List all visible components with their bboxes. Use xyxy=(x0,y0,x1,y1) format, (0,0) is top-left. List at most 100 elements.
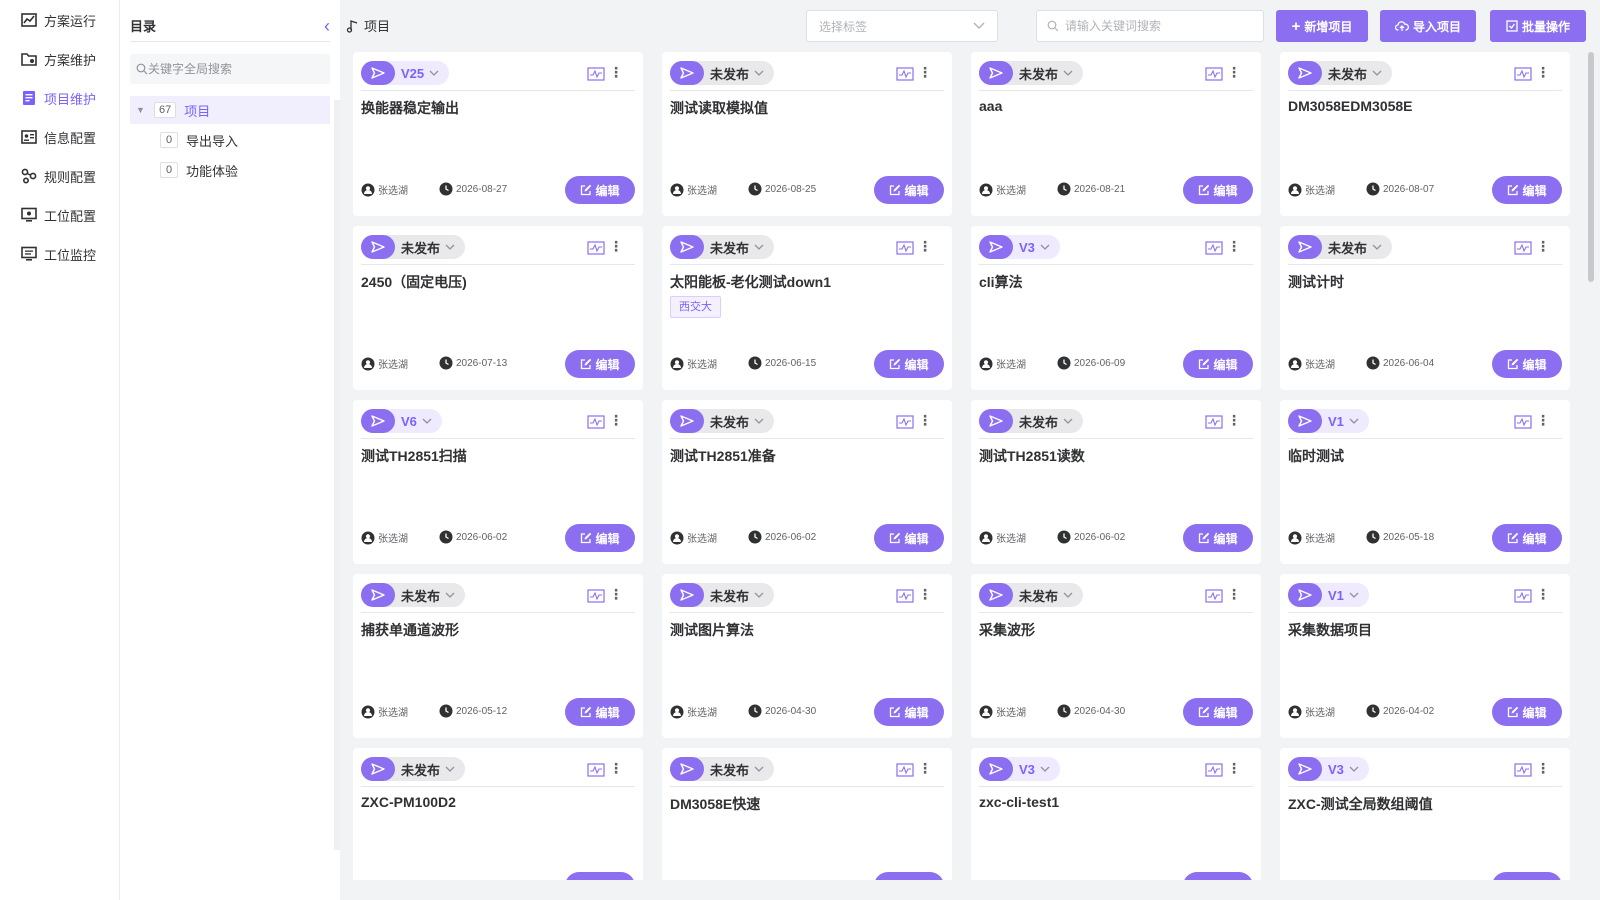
waveform-chart-icon[interactable] xyxy=(1205,415,1223,432)
edit-button[interactable]: 编辑 xyxy=(874,872,944,880)
status-dropdown[interactable]: 未发布 xyxy=(1288,235,1393,259)
project-card[interactable]: 未发布 ⋮ 测试图片算法 张选湖 2026-04-30 编辑 xyxy=(662,574,952,738)
edit-button[interactable]: 编辑 xyxy=(874,350,944,378)
status-dropdown[interactable]: V1 xyxy=(1288,583,1369,607)
status-dropdown[interactable]: 未发布 xyxy=(979,583,1084,607)
waveform-chart-icon[interactable] xyxy=(1514,241,1532,258)
more-vertical-icon[interactable]: ⋮ xyxy=(1536,65,1550,79)
more-vertical-icon[interactable]: ⋮ xyxy=(1227,239,1241,253)
edit-button[interactable]: 编辑 xyxy=(874,176,944,204)
status-dropdown[interactable]: V25 xyxy=(361,61,450,85)
waveform-chart-icon[interactable] xyxy=(896,415,914,432)
project-card[interactable]: 未发布 ⋮ 测试计时 张选湖 2026-06-04 编辑 xyxy=(1280,226,1570,390)
status-dropdown[interactable]: V3 xyxy=(979,757,1060,781)
more-vertical-icon[interactable]: ⋮ xyxy=(609,413,623,427)
status-dropdown[interactable]: 未发布 xyxy=(670,409,775,433)
project-card[interactable]: V3 ⋮ cli算法 张选湖 2026-06-09 编辑 xyxy=(971,226,1261,390)
more-vertical-icon[interactable]: ⋮ xyxy=(609,239,623,253)
edit-button[interactable]: 编辑 xyxy=(565,350,635,378)
waveform-chart-icon[interactable] xyxy=(587,415,605,432)
run-icon[interactable] xyxy=(670,583,704,607)
import-project-button[interactable]: 导入项目 xyxy=(1380,10,1476,42)
run-icon[interactable] xyxy=(979,409,1013,433)
more-vertical-icon[interactable]: ⋮ xyxy=(918,239,932,253)
waveform-chart-icon[interactable] xyxy=(1514,589,1532,606)
status-dropdown[interactable]: 未发布 xyxy=(361,235,466,259)
run-icon[interactable] xyxy=(1288,61,1322,85)
project-card[interactable]: V1 ⋮ 临时测试 张选湖 2026-05-18 编辑 xyxy=(1280,400,1570,564)
edit-button[interactable]: 编辑 xyxy=(565,698,635,726)
tree-node-feature-trial[interactable]: 0 功能体验 xyxy=(160,156,330,184)
waveform-chart-icon[interactable] xyxy=(587,67,605,84)
project-card[interactable]: 未发布 ⋮ 测试TH2851准备 张选湖 2026-06-02 编辑 xyxy=(662,400,952,564)
status-dropdown[interactable]: V3 xyxy=(979,235,1060,259)
status-dropdown[interactable]: 未发布 xyxy=(1288,61,1393,85)
edit-button[interactable]: 编辑 xyxy=(1492,698,1562,726)
waveform-chart-icon[interactable] xyxy=(896,241,914,258)
status-dropdown[interactable]: V3 xyxy=(1288,757,1369,781)
project-card[interactable]: 未发布 ⋮ ZXC-PM100D2 编辑 xyxy=(353,748,643,880)
nav-item-project-maintain[interactable]: 项目维护 xyxy=(0,82,120,114)
edit-button[interactable]: 编辑 xyxy=(1492,524,1562,552)
more-vertical-icon[interactable]: ⋮ xyxy=(918,413,932,427)
run-icon[interactable] xyxy=(361,583,395,607)
more-vertical-icon[interactable]: ⋮ xyxy=(918,65,932,79)
status-dropdown[interactable]: 未发布 xyxy=(670,235,775,259)
tree-node-root[interactable]: ▼ 67 项目 xyxy=(130,96,330,124)
more-vertical-icon[interactable]: ⋮ xyxy=(1536,239,1550,253)
more-vertical-icon[interactable]: ⋮ xyxy=(918,761,932,775)
project-card[interactable]: V3 ⋮ zxc-cli-test1 编辑 xyxy=(971,748,1261,880)
project-card[interactable]: V1 ⋮ 采集数据项目 张选湖 2026-04-02 编辑 xyxy=(1280,574,1570,738)
project-card[interactable]: 未发布 ⋮ 采集波形 张选湖 2026-04-30 编辑 xyxy=(971,574,1261,738)
keyword-search-input[interactable] xyxy=(1065,19,1255,33)
run-icon[interactable] xyxy=(670,409,704,433)
project-card[interactable]: 未发布 ⋮ DM3058EDM3058E 张选湖 2026-08-07 编辑 xyxy=(1280,52,1570,216)
more-vertical-icon[interactable]: ⋮ xyxy=(1536,413,1550,427)
waveform-chart-icon[interactable] xyxy=(1514,415,1532,432)
edit-button[interactable]: 编辑 xyxy=(565,524,635,552)
nav-item-scheme-maintain[interactable]: 方案维护 xyxy=(0,43,120,75)
more-vertical-icon[interactable]: ⋮ xyxy=(609,65,623,79)
waveform-chart-icon[interactable] xyxy=(587,763,605,780)
waveform-chart-icon[interactable] xyxy=(587,241,605,258)
run-icon[interactable] xyxy=(361,409,395,433)
waveform-chart-icon[interactable] xyxy=(896,763,914,780)
edit-button[interactable]: 编辑 xyxy=(874,698,944,726)
add-project-button[interactable]: + 新增项目 xyxy=(1276,10,1368,42)
run-icon[interactable] xyxy=(979,583,1013,607)
project-card[interactable]: 未发布 ⋮ aaa 张选湖 2026-08-21 编辑 xyxy=(971,52,1261,216)
status-dropdown[interactable]: 未发布 xyxy=(670,61,775,85)
more-vertical-icon[interactable]: ⋮ xyxy=(1536,587,1550,601)
nav-item-station-monitor[interactable]: 工位监控 xyxy=(0,238,120,270)
directory-search[interactable] xyxy=(130,54,330,84)
run-icon[interactable] xyxy=(1288,409,1322,433)
run-icon[interactable] xyxy=(670,235,704,259)
waveform-chart-icon[interactable] xyxy=(1205,241,1223,258)
grid-scrollbar[interactable] xyxy=(1588,52,1594,282)
directory-search-input[interactable] xyxy=(148,62,318,76)
waveform-chart-icon[interactable] xyxy=(1514,763,1532,780)
status-dropdown[interactable]: V6 xyxy=(361,409,442,433)
more-vertical-icon[interactable]: ⋮ xyxy=(918,587,932,601)
status-dropdown[interactable]: 未发布 xyxy=(670,583,775,607)
more-vertical-icon[interactable]: ⋮ xyxy=(1227,761,1241,775)
caret-down-icon[interactable]: ▼ xyxy=(136,105,148,115)
nav-item-station-config[interactable]: 工位配置 xyxy=(0,199,120,231)
edit-button[interactable]: 编辑 xyxy=(1183,350,1253,378)
edit-button[interactable]: 编辑 xyxy=(1492,176,1562,204)
status-dropdown[interactable]: V1 xyxy=(1288,409,1369,433)
more-vertical-icon[interactable]: ⋮ xyxy=(1536,761,1550,775)
waveform-chart-icon[interactable] xyxy=(1205,67,1223,84)
nav-item-info-config[interactable]: 信息配置 xyxy=(0,121,120,153)
edit-button[interactable]: 编辑 xyxy=(1183,872,1253,880)
waveform-chart-icon[interactable] xyxy=(587,589,605,606)
edit-button[interactable]: 编辑 xyxy=(1492,350,1562,378)
nav-item-rule-config[interactable]: 规则配置 xyxy=(0,160,120,192)
more-vertical-icon[interactable]: ⋮ xyxy=(609,587,623,601)
run-icon[interactable] xyxy=(979,757,1013,781)
run-icon[interactable] xyxy=(979,61,1013,85)
status-dropdown[interactable]: 未发布 xyxy=(361,757,466,781)
edit-button[interactable]: 编辑 xyxy=(565,872,635,880)
project-card[interactable]: V25 ⋮ 换能器稳定输出 张选湖 2026-08-27 编辑 xyxy=(353,52,643,216)
project-card[interactable]: 未发布 ⋮ 太阳能板-老化测试down1 西交大 张选湖 2026-06-15 编辑 xyxy=(662,226,952,390)
